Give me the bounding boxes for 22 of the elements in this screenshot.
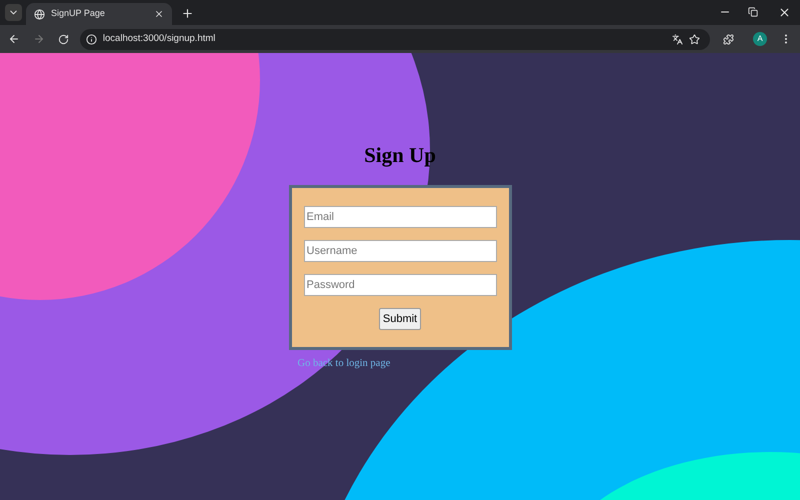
tab-title: SignUP Page (51, 7, 106, 20)
new-tab-icon[interactable] (181, 7, 194, 20)
text-input-field[interactable]: Password (304, 274, 496, 296)
info-icon (86, 34, 97, 44)
globe-icon (34, 8, 45, 20)
address-bar[interactable]: localhost:3000/signup.html (80, 28, 710, 50)
text-input-field[interactable]: Email (304, 206, 496, 228)
tab-search-button[interactable] (5, 4, 22, 21)
url-text: localhost:3000/signup.html (102, 32, 216, 46)
restore-icon[interactable] (748, 7, 758, 17)
translate-icon[interactable] (672, 34, 684, 44)
close-icon[interactable] (154, 9, 164, 19)
browser-tab[interactable]: SignUP Page (26, 3, 172, 25)
reload-icon[interactable] (58, 34, 69, 44)
profile-avatar[interactable]: A (753, 32, 768, 46)
forward-icon[interactable] (32, 33, 45, 45)
bookmark-star-icon[interactable] (689, 34, 700, 44)
submit-button[interactable]: Submit (378, 308, 422, 330)
extensions-icon[interactable] (723, 34, 734, 44)
back-icon[interactable] (8, 33, 20, 45)
text-input-field[interactable]: Username (304, 240, 496, 262)
close-icon[interactable] (778, 6, 791, 19)
